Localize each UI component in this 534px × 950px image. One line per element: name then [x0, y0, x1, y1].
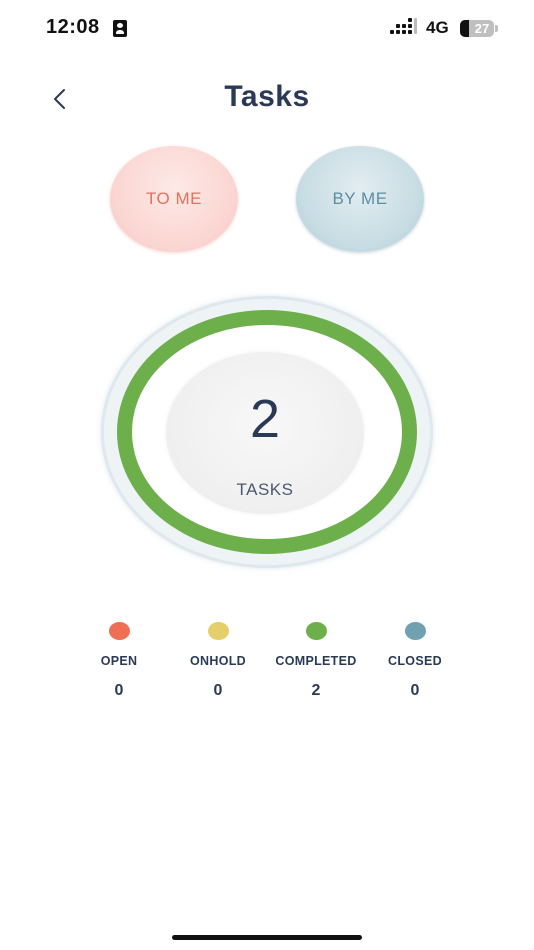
status-label: CLOSED: [388, 654, 442, 668]
network-label: 4G: [426, 18, 449, 37]
status-value: 0: [410, 682, 420, 699]
status-value: 0: [213, 682, 223, 699]
completed-dot-icon: [305, 622, 327, 640]
task-count-label: TASKS: [236, 480, 294, 499]
battery-cap: [495, 25, 498, 32]
status-completed[interactable]: COMPLETED 2: [261, 620, 371, 700]
status-open[interactable]: OPEN 0: [64, 620, 174, 700]
status-closed[interactable]: CLOSED 0: [360, 620, 470, 700]
open-dot-icon: [108, 622, 130, 640]
task-count: 2: [249, 389, 281, 449]
status-time: 12:08: [46, 16, 100, 38]
closed-dot-icon: [404, 622, 426, 640]
status-value: 0: [114, 682, 124, 699]
page-title: Tasks: [224, 80, 310, 113]
by-me-label: BY ME: [332, 189, 388, 208]
to-me-button[interactable]: TO ME: [110, 146, 238, 252]
status-onhold[interactable]: ONHOLD 0: [163, 620, 273, 700]
status-bar: 12:08 4G 27: [0, 0, 534, 58]
to-me-label: TO ME: [145, 189, 203, 208]
signal-icon: [390, 18, 418, 37]
status-label: OPEN: [100, 654, 138, 668]
id-card-icon: [113, 20, 127, 37]
battery-level: 27: [474, 21, 490, 36]
battery-icon: 27: [460, 20, 494, 37]
by-me-button[interactable]: BY ME: [296, 146, 424, 252]
onhold-dot-icon: [207, 622, 229, 640]
tasks-ring: 2 TASKS: [101, 296, 433, 568]
status-value: 2: [311, 682, 321, 699]
home-indicator[interactable]: [172, 935, 362, 940]
status-label: COMPLETED: [275, 654, 357, 668]
status-label: ONHOLD: [190, 654, 246, 668]
